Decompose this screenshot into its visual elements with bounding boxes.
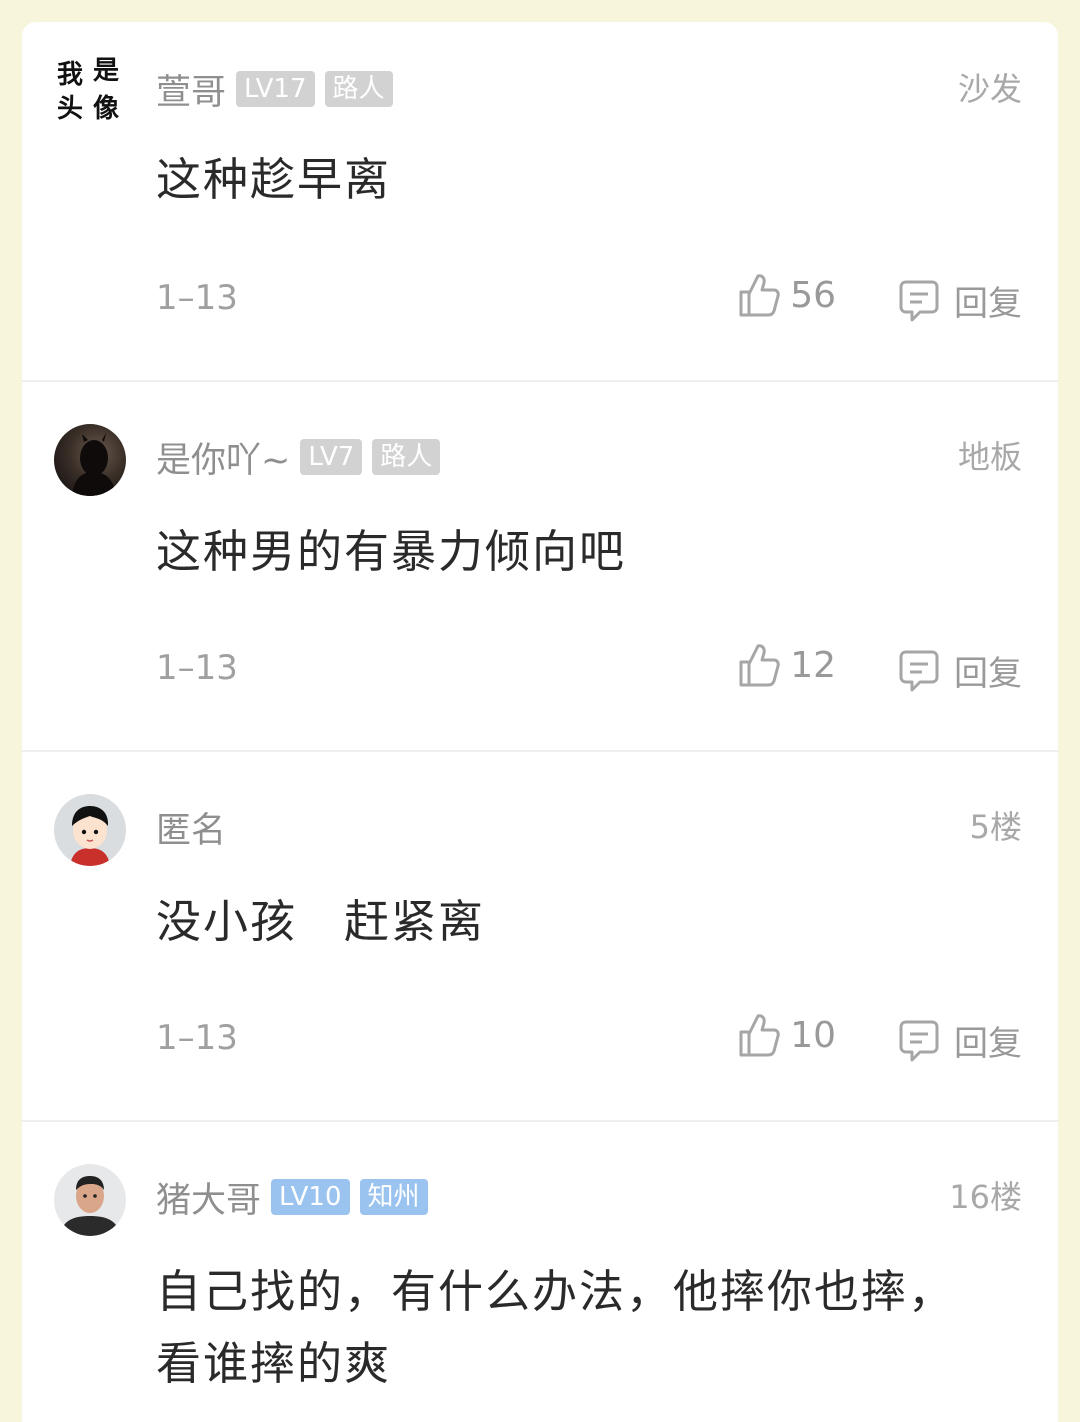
username[interactable]: 猪大哥 <box>156 1172 261 1223</box>
reply-label: 回复 <box>954 1024 1022 1064</box>
reply-button[interactable]: 回复 <box>898 1016 1022 1065</box>
user-info: 是你吖~ LV7 路人 <box>156 432 441 483</box>
avatar-char: 头 <box>56 94 83 124</box>
reply-button[interactable]: 回复 <box>898 276 1022 325</box>
comment-text-line: 自己找的，有什么办法，他摔你也摔， <box>156 1265 956 1318</box>
like-button[interactable]: 56 <box>738 272 836 318</box>
comment-bubble-icon <box>898 649 940 693</box>
like-count: 10 <box>790 1014 836 1056</box>
username[interactable]: 是你吖~ <box>156 432 290 483</box>
floor-label: 16楼 <box>949 1178 1022 1216</box>
user-info: 萱哥 LV17 路人 <box>156 64 393 115</box>
avatar-char: 像 <box>92 94 119 124</box>
avatar[interactable]: 我 是 头 像 <box>50 48 130 128</box>
thumbs-up-icon <box>738 642 780 688</box>
silhouette-image <box>72 433 116 496</box>
user-info: 猪大哥 LV10 知州 <box>156 1172 428 1223</box>
reply-button[interactable]: 回复 <box>898 646 1022 695</box>
comment-date: 1–13 <box>156 278 238 318</box>
like-button[interactable]: 12 <box>738 642 836 688</box>
comment-text-line: 看谁摔的爽 <box>156 1337 392 1390</box>
avatar[interactable] <box>54 424 126 496</box>
comment-text: 这种趁早离 <box>156 153 392 206</box>
level-badge: LV17 <box>236 71 315 107</box>
comment-text: 这种男的有暴力倾向吧 <box>156 525 627 578</box>
comment-text: 自己找的，有什么办法，他摔你也摔， 看谁摔的爽 <box>156 1256 1016 1400</box>
comment-item: 匿名 5楼 没小孩 赶紧离 1–13 10 回复 <box>22 752 1058 1122</box>
floor-label: 地板 <box>957 438 1022 476</box>
like-count: 12 <box>790 644 836 686</box>
reply-label: 回复 <box>954 654 1022 694</box>
avatar-char: 我 <box>56 60 83 90</box>
cartoon-face-image <box>70 806 110 866</box>
comment-list: 我 是 头 像 萱哥 LV17 路人 沙发 这种趁早离 1–13 56 回复 是… <box>22 22 1058 1422</box>
comment-bubble-icon <box>898 279 940 323</box>
avatar-char: 是 <box>92 56 119 86</box>
reply-label: 回复 <box>954 284 1022 324</box>
comment-item: 猪大哥 LV10 知州 16楼 自己找的，有什么办法，他摔你也摔， 看谁摔的爽 <box>22 1122 1058 1422</box>
avatar[interactable] <box>54 1164 126 1236</box>
user-info: 匿名 <box>156 802 226 853</box>
comment-item: 我 是 头 像 萱哥 LV17 路人 沙发 这种趁早离 1–13 56 回复 <box>22 22 1058 382</box>
comment-item: 是你吖~ LV7 路人 地板 这种男的有暴力倾向吧 1–13 12 回复 <box>22 382 1058 752</box>
floor-label: 沙发 <box>957 70 1022 108</box>
title-badge: 路人 <box>372 439 441 475</box>
username[interactable]: 萱哥 <box>156 64 226 115</box>
comment-date: 1–13 <box>156 1018 238 1058</box>
title-badge: 知州 <box>359 1179 428 1215</box>
level-badge: LV10 <box>271 1179 350 1215</box>
person-photo-image <box>60 1176 120 1236</box>
comment-text: 没小孩 赶紧离 <box>156 895 486 948</box>
thumbs-up-icon <box>738 1012 780 1058</box>
like-count: 56 <box>790 274 836 316</box>
title-badge: 路人 <box>324 71 393 107</box>
username[interactable]: 匿名 <box>156 802 226 853</box>
level-badge: LV7 <box>300 439 363 475</box>
floor-label: 5楼 <box>969 808 1022 846</box>
comment-bubble-icon <box>898 1019 940 1063</box>
like-button[interactable]: 10 <box>738 1012 836 1058</box>
avatar[interactable] <box>54 794 126 866</box>
comment-date: 1–13 <box>156 648 238 688</box>
thumbs-up-icon <box>738 272 780 318</box>
